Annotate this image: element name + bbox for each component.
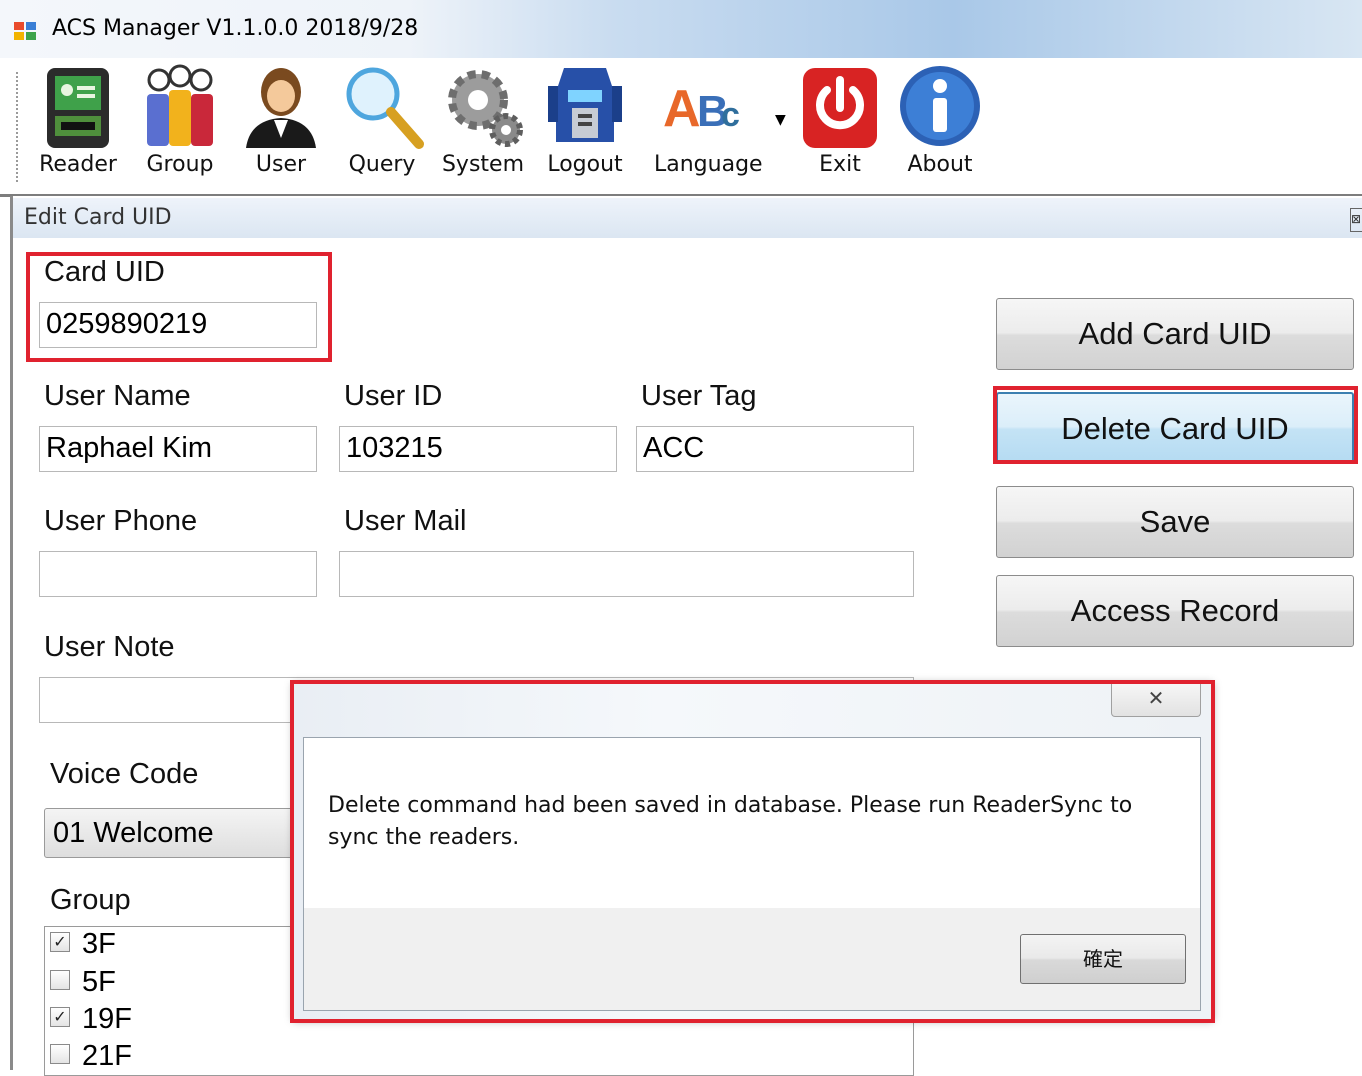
panel-title: Edit Card UID [24,205,172,230]
toolbar-logout-label: Logout [547,152,623,177]
toolbar-group-label: Group [146,152,214,177]
toolbar-user-button[interactable]: User [231,58,331,194]
save-button[interactable]: Save [996,486,1354,558]
toolbar-about-label: About [907,152,973,177]
group-icon [147,64,213,146]
toolbar-exit-label: Exit [819,152,861,177]
power-icon [803,68,877,148]
language-dropdown-arrow-icon[interactable]: ▼ [775,112,786,128]
toolbar-system-button[interactable]: System [433,58,533,194]
group-19f-label: 19F [82,1003,132,1035]
toolbar-query-button[interactable]: Query [332,58,432,194]
access-record-button[interactable]: Access Record [996,575,1354,647]
toolbar-exit-button[interactable]: Exit [790,58,890,194]
toolbar: Reader Group User Query System Logout A … [0,58,1362,197]
toolbar-user-label: User [255,152,307,177]
svg-text:c: c [721,96,740,134]
toolbar-language-label: Language [654,152,763,177]
user-phone-field[interactable] [39,551,317,597]
user-tag-label: User Tag [641,380,757,412]
toolbar-about-button[interactable]: About [890,58,990,194]
voice-code-select[interactable]: 01 Welcome [44,808,304,858]
user-id-field[interactable]: 103215 [339,426,617,472]
info-icon [900,66,980,146]
user-id-label: User ID [344,380,443,412]
panel-header [13,198,1362,238]
toolbar-language-button[interactable]: A B c Language [654,58,763,194]
toolbar-reader-button[interactable]: Reader [28,58,128,194]
magnifier-icon [346,67,424,149]
abc-language-icon: A B c [663,80,740,138]
delete-button-highlight [993,386,1358,464]
user-name-field[interactable]: Raphael Kim [39,426,317,472]
toolbar-logout-button[interactable]: Logout [535,58,635,194]
toolbar-system-label: System [441,152,525,177]
group-3f-label: 3F [82,928,116,960]
panel-close-icon[interactable]: ⊠ [1350,208,1362,232]
svg-text:A: A [663,80,701,138]
group-3f-checkbox[interactable]: ✓ [50,932,70,952]
card-uid-label: Card UID [44,256,165,288]
toolbar-group-button[interactable]: Group [130,58,230,194]
toolbar-grip[interactable] [16,72,20,182]
user-tag-field[interactable]: ACC [636,426,914,472]
card-uid-field[interactable]: 0259890219 [39,302,317,348]
voice-code-label: Voice Code [50,758,199,790]
group-19f-checkbox[interactable]: ✓ [50,1007,70,1027]
group-21f-checkbox[interactable] [50,1044,70,1064]
dialog-highlight [290,680,1215,1023]
user-phone-label: User Phone [44,505,198,537]
user-mail-field[interactable] [339,551,914,597]
user-note-label: User Note [44,631,175,663]
user-name-label: User Name [44,380,191,412]
group-5f-checkbox[interactable] [50,970,70,990]
group-5f-label: 5F [82,966,116,998]
window-title: ACS Manager V1.1.0.0 2018/9/28 [52,16,419,41]
user-mail-label: User Mail [344,505,467,537]
toolbar-query-label: Query [348,152,416,177]
group-21f-label: 21F [82,1040,132,1072]
gears-icon [448,70,523,147]
app-icon [14,22,36,40]
card-reader-icon [47,68,109,148]
add-card-uid-button[interactable]: Add Card UID [996,298,1354,370]
group-label: Group [50,884,131,916]
user-icon [246,68,316,148]
toolbar-reader-label: Reader [39,152,117,177]
robot-head-icon [548,68,622,142]
